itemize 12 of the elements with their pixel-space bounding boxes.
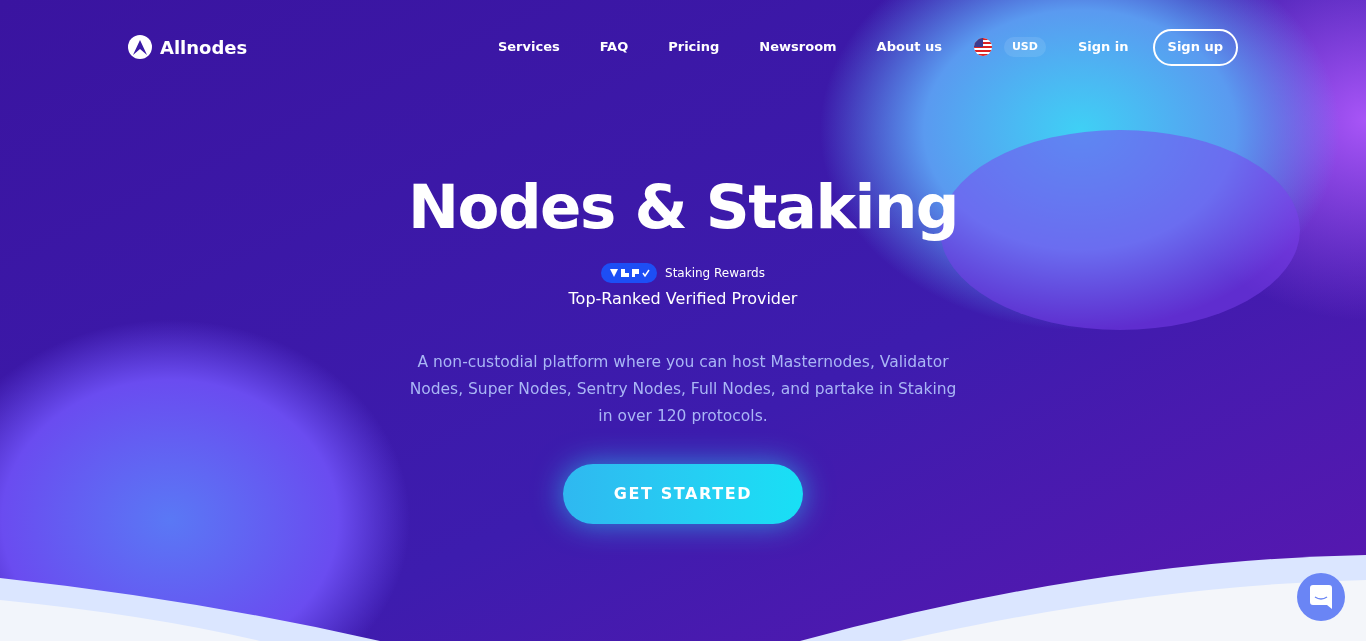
badge-subtitle: Top-Ranked Verified Provider: [568, 288, 798, 310]
nav-link[interactable]: Services: [497, 37, 560, 57]
chat-icon: [1310, 585, 1332, 609]
logo-icon: [128, 35, 152, 59]
staking-rewards-badge-icon: [601, 263, 658, 283]
nav-link[interactable]: FAQ: [599, 37, 629, 57]
badge-label: Staking Rewards: [665, 265, 765, 282]
logo-text[interactable]: Allnodes: [160, 33, 248, 61]
nav-link[interactable]: About us: [876, 37, 942, 57]
hero-description: A non-custodial platform where you can host Masternodes, Validator Nodes, Super Nodes, Sentry Nodes, Full Nodes, and partake in Staking in over 120 protocols.: [408, 352, 958, 427]
nav-link[interactable]: Newsroom: [759, 37, 837, 57]
nav-link[interactable]: Pricing: [668, 37, 720, 57]
